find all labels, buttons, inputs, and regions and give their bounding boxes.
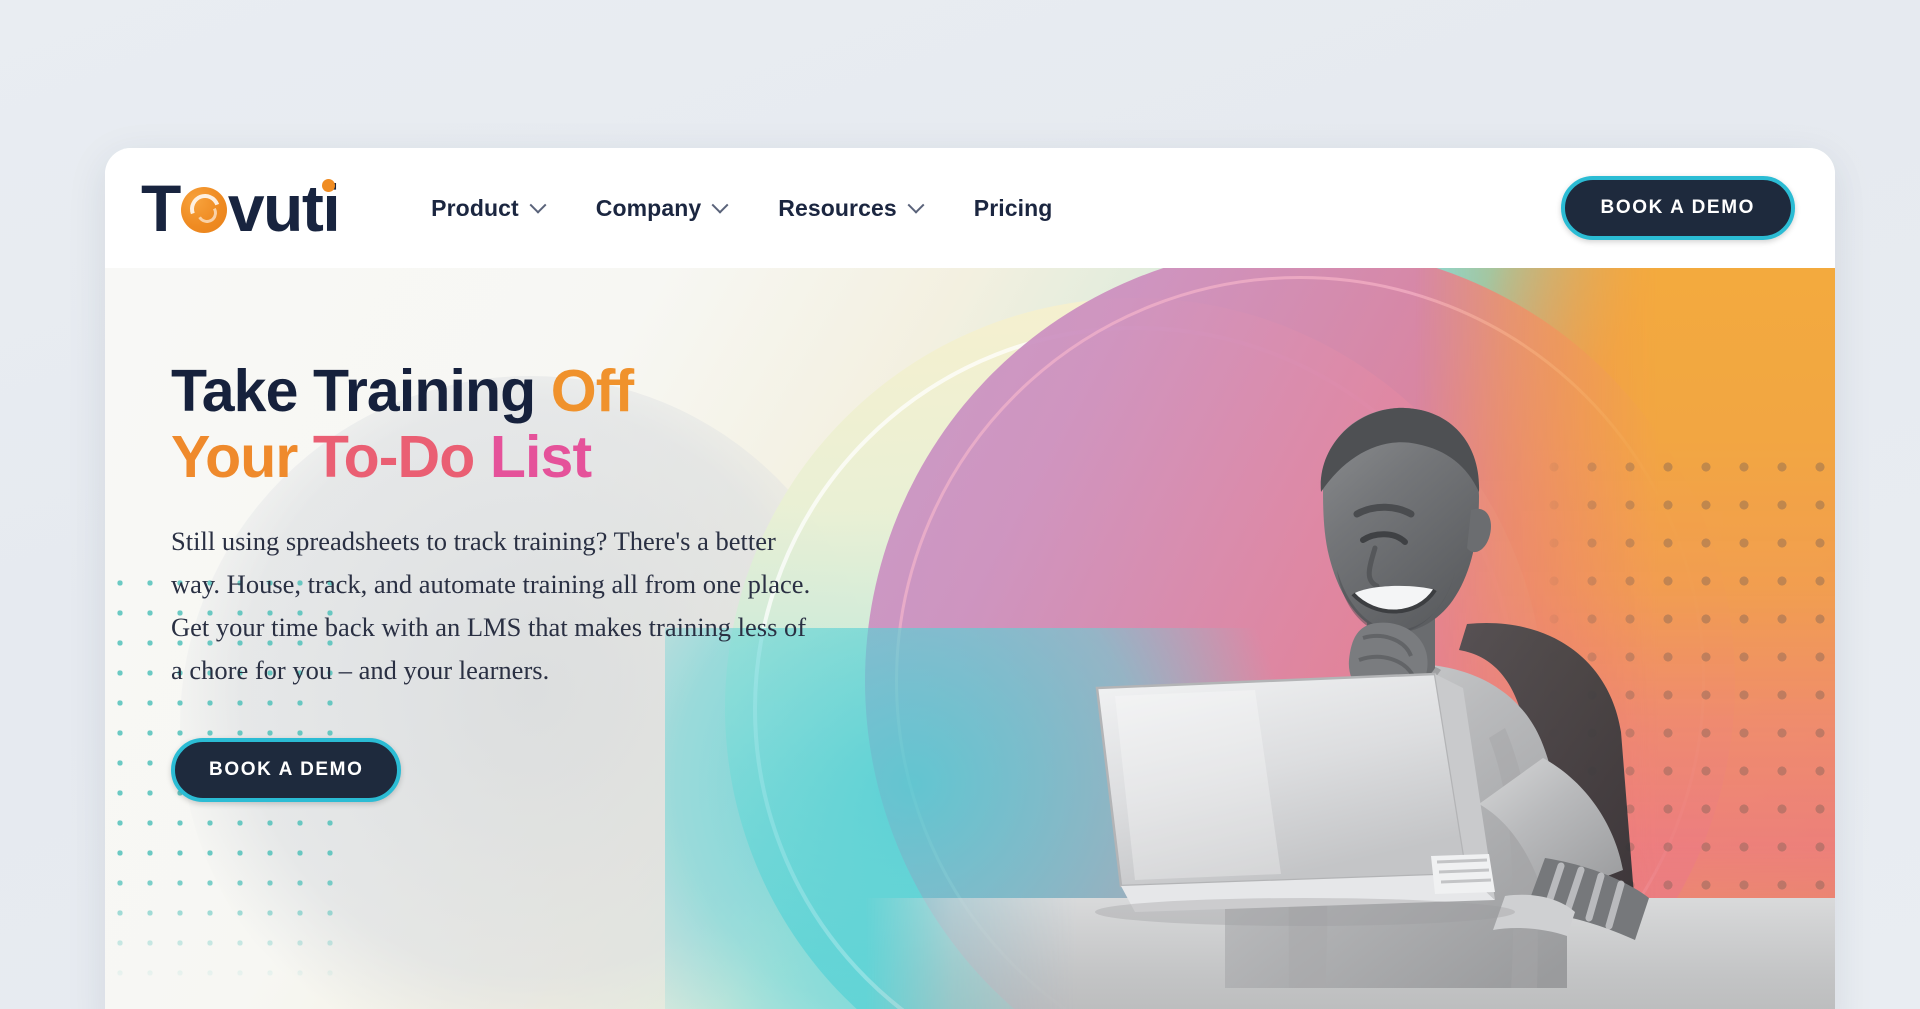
headline-off: Off xyxy=(550,358,634,424)
headline-line-2: Your To-Do List xyxy=(171,424,865,490)
logo-letter-t: T xyxy=(141,171,181,245)
hero-copy: Take Training Off Your To-Do List Still … xyxy=(105,268,865,802)
headline-list: List xyxy=(489,424,592,491)
hero-subtext: Still using spreadsheets to track traini… xyxy=(171,526,811,685)
nav-label-product: Product xyxy=(431,194,519,221)
nav-label-company: Company xyxy=(595,194,702,221)
headline-line-1: Take Training Off xyxy=(171,358,865,424)
header-book-a-demo-button[interactable]: BOOK A DEMO xyxy=(1560,176,1795,240)
tovuti-logo[interactable]: T vuti xyxy=(141,171,341,245)
chevron-down-icon xyxy=(529,196,547,214)
logo-wordmark: T vuti xyxy=(141,171,341,245)
site-header: T vuti Product Company Resources Pricing… xyxy=(105,148,1835,268)
hero-section: Take Training Off Your To-Do List Still … xyxy=(105,268,1835,1009)
website-card: T vuti Product Company Resources Pricing… xyxy=(105,148,1835,1009)
hero-photo-man-at-laptop xyxy=(1095,407,1649,988)
nav-label-pricing: Pricing xyxy=(973,194,1053,221)
chevron-down-icon xyxy=(907,196,925,214)
nav-label-resources: Resources xyxy=(778,194,897,221)
hero-book-a-demo-button[interactable]: BOOK A DEMO xyxy=(171,737,402,802)
header-cta-container: BOOK A DEMO xyxy=(1560,176,1795,240)
nav-item-resources[interactable]: Resources xyxy=(752,185,948,232)
logo-orange-circle-icon xyxy=(180,187,227,233)
nav-item-pricing[interactable]: Pricing xyxy=(948,185,1079,232)
chevron-down-icon xyxy=(711,196,729,214)
headline-to-do: To-Do xyxy=(312,424,490,491)
hero-headline: Take Training Off Your To-Do List xyxy=(171,358,865,490)
headline-take-training: Take Training xyxy=(171,358,551,424)
main-nav: Product Company Resources Pricing xyxy=(405,185,1078,232)
nav-item-product[interactable]: Product xyxy=(405,185,570,232)
headline-your: Your xyxy=(171,424,313,491)
nav-item-company[interactable]: Company xyxy=(570,185,753,232)
